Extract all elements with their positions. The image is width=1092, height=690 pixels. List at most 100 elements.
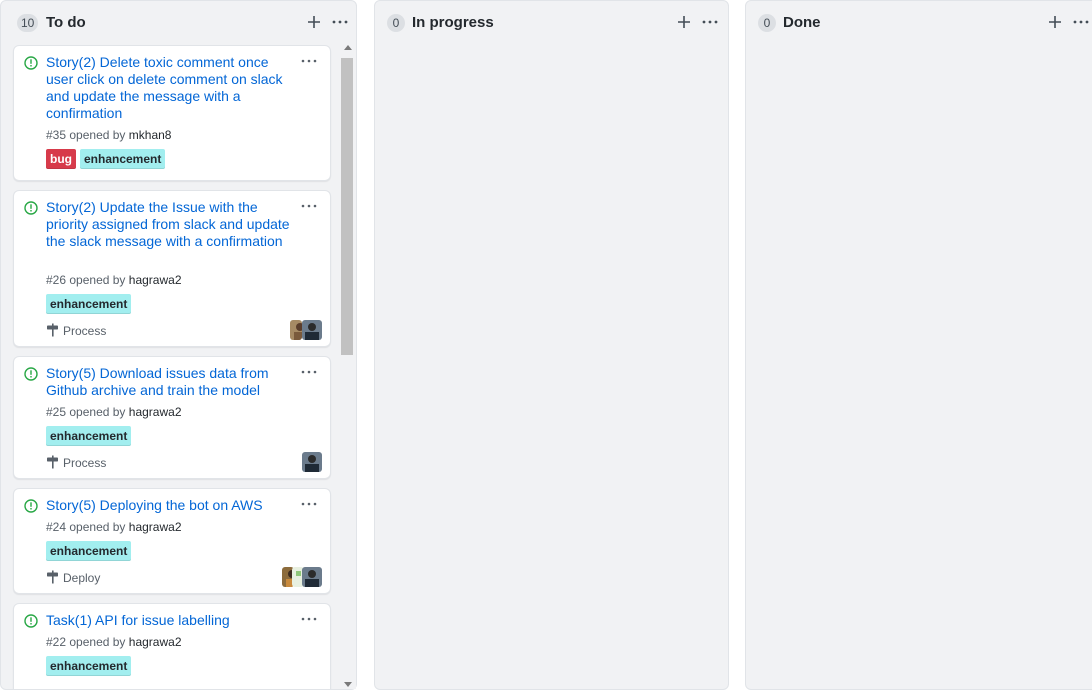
issue-author-link[interactable]: hagrawa2 xyxy=(129,635,182,649)
issue-number: #24 xyxy=(46,520,67,534)
issue-opened-icon xyxy=(24,499,38,513)
kebab-horizontal-icon xyxy=(332,20,348,24)
issue-author-link[interactable]: mkhan8 xyxy=(129,128,172,142)
kebab-horizontal-icon xyxy=(301,617,317,621)
kebab-horizontal-icon xyxy=(301,59,317,63)
card-menu-button[interactable] xyxy=(298,53,320,69)
column-to-do: 10 To do Story(2) Delete toxic comment o… xyxy=(0,0,357,690)
milestone-label: Deploy xyxy=(63,571,101,585)
issue-meta: #22 opened by hagrawa2 xyxy=(46,634,182,650)
label-list: enhancement xyxy=(46,426,135,446)
issue-opened-icon xyxy=(24,614,38,628)
column-scrollbar[interactable] xyxy=(340,43,356,689)
column-header: 10 To do xyxy=(1,1,356,45)
avatar[interactable] xyxy=(302,452,322,472)
issue-card[interactable]: Task(1) API for issue labelling #22 open… xyxy=(13,603,331,689)
card-list: Story(2) Delete toxic comment once user … xyxy=(1,43,338,689)
issue-meta: #25 opened by hagrawa2 xyxy=(46,404,182,420)
add-card-button[interactable] xyxy=(673,10,695,34)
milestone[interactable]: Process xyxy=(46,455,106,471)
label-enhancement[interactable]: enhancement xyxy=(46,294,132,314)
issue-opened-by-text: opened by xyxy=(69,128,126,142)
kebab-horizontal-icon xyxy=(301,370,317,374)
scroll-down-arrow-icon[interactable] xyxy=(344,682,352,687)
assignee-avatars xyxy=(302,452,322,472)
issue-meta: #26 opened by hagrawa2 xyxy=(46,272,182,288)
column-header: 0 Done xyxy=(746,1,1092,45)
column-title: In progress xyxy=(412,14,494,31)
column-menu-button[interactable] xyxy=(699,10,721,34)
issue-opened-by-text: opened by xyxy=(69,520,126,534)
label-enhancement[interactable]: enhancement xyxy=(46,656,132,676)
label-list: enhancement xyxy=(46,541,135,561)
column-done: 0 Done xyxy=(745,0,1092,690)
kebab-horizontal-icon xyxy=(301,502,317,506)
column-title: To do xyxy=(46,14,86,31)
card-menu-button[interactable] xyxy=(298,611,320,627)
issue-title-link[interactable]: Story(2) Delete toxic comment once user … xyxy=(46,54,292,122)
issue-card[interactable]: Story(2) Delete toxic comment once user … xyxy=(13,45,331,181)
milestone-label: Process xyxy=(63,324,107,338)
label-enhancement[interactable]: enhancement xyxy=(46,426,132,446)
kebab-horizontal-icon xyxy=(702,20,718,24)
avatar[interactable] xyxy=(302,320,322,340)
issue-number: #35 xyxy=(46,128,67,142)
issue-title-link[interactable]: Story(2) Update the Issue with the prior… xyxy=(46,199,292,250)
issue-meta: #24 opened by hagrawa2 xyxy=(46,519,182,535)
add-card-button[interactable] xyxy=(1044,10,1066,34)
column-header: 0 In progress xyxy=(375,1,728,45)
milestone-icon xyxy=(47,455,58,469)
milestone-icon xyxy=(47,323,58,337)
column-title: Done xyxy=(783,14,821,31)
issue-card[interactable]: Story(5) Download issues data from Githu… xyxy=(13,356,331,479)
issue-card[interactable]: Story(5) Deploying the bot on AWS #24 op… xyxy=(13,488,331,594)
assignee-avatars xyxy=(290,320,322,340)
issue-meta: #35 opened by mkhan8 xyxy=(46,127,171,143)
label-bug[interactable]: bug xyxy=(46,149,76,169)
issue-number: #22 xyxy=(46,635,67,649)
label-list: enhancement xyxy=(46,294,135,314)
issue-opened-by-text: opened by xyxy=(69,405,126,419)
issue-author-link[interactable]: hagrawa2 xyxy=(129,273,182,287)
column-in-progress: 0 In progress xyxy=(374,0,729,690)
issue-author-link[interactable]: hagrawa2 xyxy=(129,405,182,419)
kebab-horizontal-icon xyxy=(301,204,317,208)
column-card-count: 10 xyxy=(17,14,39,32)
assignee-avatars xyxy=(282,567,322,587)
issue-title-link[interactable]: Story(5) Deploying the bot on AWS xyxy=(46,497,292,514)
plus-icon xyxy=(678,16,690,28)
issue-title-link[interactable]: Story(5) Download issues data from Githu… xyxy=(46,365,292,399)
column-card-count: 0 xyxy=(758,14,776,32)
label-list: bug enhancement xyxy=(46,149,169,169)
issue-opened-by-text: opened by xyxy=(69,635,126,649)
milestone[interactable]: Deploy xyxy=(46,570,100,586)
avatar[interactable] xyxy=(302,567,322,587)
issue-card[interactable]: Story(2) Update the Issue with the prior… xyxy=(13,190,331,347)
plus-icon xyxy=(1049,16,1061,28)
card-menu-button[interactable] xyxy=(298,364,320,380)
issue-opened-icon xyxy=(24,367,38,381)
issue-number: #25 xyxy=(46,405,67,419)
issue-opened-icon xyxy=(24,56,38,70)
card-menu-button[interactable] xyxy=(298,496,320,512)
label-enhancement[interactable]: enhancement xyxy=(46,541,132,561)
milestone[interactable]: Process xyxy=(46,323,106,339)
plus-icon xyxy=(308,16,320,28)
column-card-count: 0 xyxy=(387,14,405,32)
issue-title-link[interactable]: Task(1) API for issue labelling xyxy=(46,612,292,629)
milestone-label: Process xyxy=(63,456,107,470)
scroll-up-arrow-icon[interactable] xyxy=(344,45,352,50)
card-menu-button[interactable] xyxy=(298,198,320,214)
issue-opened-by-text: opened by xyxy=(69,273,126,287)
milestone-icon xyxy=(47,570,58,584)
issue-opened-icon xyxy=(24,201,38,215)
issue-author-link[interactable]: hagrawa2 xyxy=(129,520,182,534)
issue-number: #26 xyxy=(46,273,67,287)
scrollbar-thumb[interactable] xyxy=(341,58,353,355)
label-enhancement[interactable]: enhancement xyxy=(80,149,166,169)
column-menu-button[interactable] xyxy=(1070,10,1092,34)
add-card-button[interactable] xyxy=(303,10,325,34)
column-menu-button[interactable] xyxy=(329,10,351,34)
avatar[interactable] xyxy=(290,320,302,340)
label-list: enhancement xyxy=(46,656,135,676)
